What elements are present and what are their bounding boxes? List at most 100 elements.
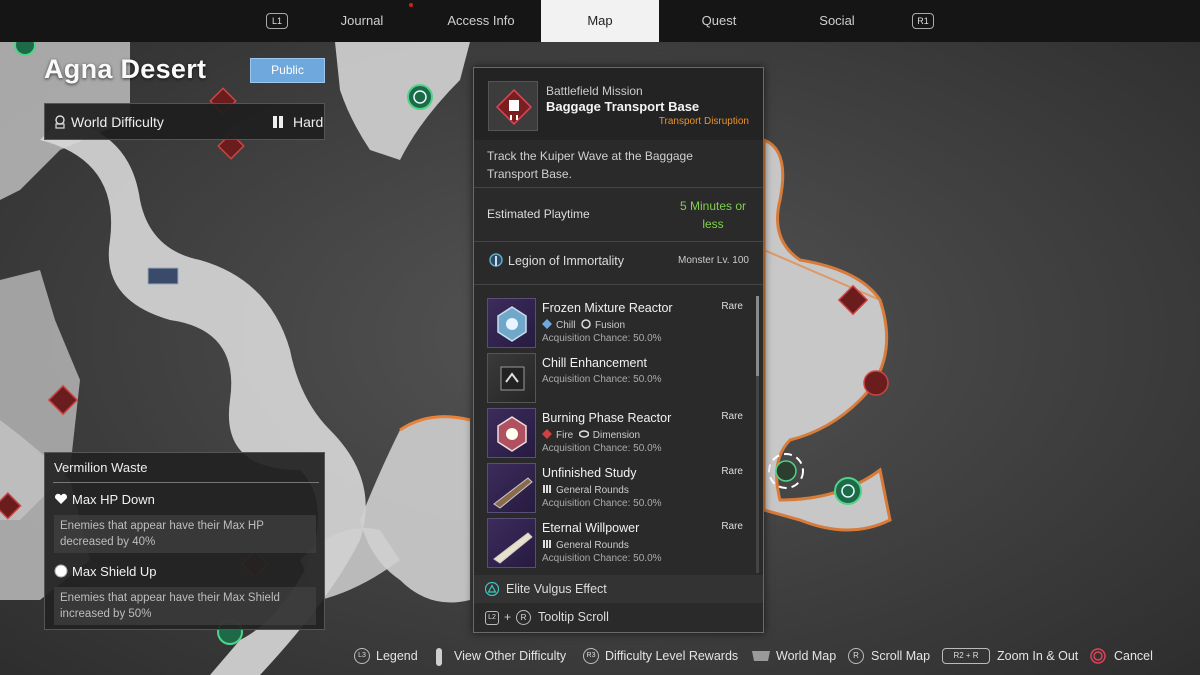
triangle-button-icon — [485, 582, 499, 596]
enhancement-module-icon — [487, 353, 536, 403]
weapon-icon — [487, 463, 536, 513]
tab-map[interactable]: Map — [541, 0, 659, 42]
right-stick-icon: R — [516, 610, 531, 625]
public-badge: Public — [250, 58, 325, 83]
battlefield-marker[interactable] — [863, 370, 889, 396]
reward-scrollbar-thumb[interactable] — [756, 296, 759, 376]
view-other-difficulty-control[interactable]: View Other Difficulty — [454, 649, 566, 663]
modifier-name: Max HP Down — [72, 492, 155, 507]
reward-tags: Fire Dimension — [542, 429, 640, 441]
touchpad-icon — [752, 651, 770, 661]
world-map-control[interactable]: World Map — [776, 649, 836, 663]
legend-control[interactable]: Legend — [376, 649, 418, 663]
l1-button-icon[interactable]: L1 — [266, 13, 288, 29]
reward-name: Eternal Willpower — [542, 521, 640, 535]
tag-label: Fusion — [595, 320, 626, 331]
world-difficulty-value: Hard — [293, 114, 324, 130]
divider — [474, 284, 763, 285]
difficulty-rewards-control[interactable]: Difficulty Level Rewards — [605, 649, 738, 663]
mission-tooltip: Battlefield Mission Baggage Transport Ba… — [473, 67, 764, 633]
tag-label: Fire — [556, 430, 574, 441]
reward-rarity: Rare — [721, 301, 743, 312]
world-difficulty-icon — [55, 115, 65, 129]
tooltip-header: Battlefield Mission Baggage Transport Ba… — [474, 68, 763, 140]
reward-list[interactable]: Frozen Mixture Reactor Rare Chill Fusion… — [474, 290, 763, 575]
unknown-marker[interactable] — [147, 267, 179, 285]
acquisition-chance: Acquisition Chance: 50.0% — [542, 498, 662, 509]
playtime-value: 5 Minutes or less — [679, 199, 747, 231]
reactor-icon — [487, 298, 536, 348]
tab-access-info[interactable]: Access Info — [426, 0, 536, 42]
fusion-icon — [581, 319, 591, 329]
notification-dot — [409, 3, 413, 7]
modifier-description: Enemies that appear have their Max Shiel… — [54, 587, 316, 625]
dimension-icon — [578, 430, 589, 438]
tooltip-scroll-hint: L2 + R Tooltip Scroll — [474, 604, 763, 632]
plus-sign: + — [504, 610, 512, 624]
mission-marker[interactable] — [834, 477, 862, 505]
world-difficulty-label: World Difficulty — [71, 114, 164, 130]
reward-item[interactable]: Burning Phase Reactor Rare Fire Dimensio… — [487, 408, 755, 458]
tag-label: General Rounds — [556, 540, 629, 551]
reactor-icon — [487, 408, 536, 458]
faction-icon — [489, 253, 503, 267]
l3-button-icon: L3 — [354, 648, 370, 664]
right-stick-icon: R — [848, 648, 864, 664]
tab-journal[interactable]: Journal — [314, 0, 410, 42]
reward-rarity: Rare — [721, 521, 743, 532]
tab-social[interactable]: Social — [790, 0, 884, 42]
chill-icon — [542, 319, 552, 329]
modifier-description: Enemies that appear have their Max HP de… — [54, 515, 316, 553]
modifier-name: Max Shield Up — [72, 564, 157, 579]
reward-name: Unfinished Study — [542, 466, 637, 480]
r3-button-icon: R3 — [583, 648, 599, 664]
fire-icon — [542, 429, 552, 439]
mission-description: Track the Kuiper Wave at the Baggage Tra… — [487, 149, 693, 181]
scroll-map-control[interactable]: Scroll Map — [871, 649, 930, 663]
shield-circle-icon — [54, 564, 68, 578]
reward-item[interactable]: Eternal Willpower Rare General Rounds Ac… — [487, 518, 755, 568]
tag-label: General Rounds — [556, 485, 629, 496]
r1-button-icon[interactable]: R1 — [912, 13, 934, 29]
weapon-icon — [487, 518, 536, 568]
monster-level: Monster Lv. 100 — [678, 255, 749, 266]
general-rounds-icon — [543, 540, 551, 548]
elite-effect-row[interactable]: Elite Vulgus Effect — [474, 575, 763, 603]
divider — [474, 241, 763, 242]
reward-name: Chill Enhancement — [542, 356, 647, 370]
playtime-label: Estimated Playtime — [487, 207, 590, 221]
reward-item[interactable]: Frozen Mixture Reactor Rare Chill Fusion… — [487, 298, 755, 348]
acquisition-chance: Acquisition Chance: 50.0% — [542, 443, 662, 454]
divider — [53, 482, 319, 483]
reward-item[interactable]: Chill Enhancement Acquisition Chance: 50… — [487, 353, 755, 403]
tag-label: Chill — [556, 320, 576, 331]
reward-tags: Chill Fusion — [542, 319, 625, 331]
region-title: Agna Desert — [44, 54, 207, 84]
r2-plus-right-stick-icon: R2 + R — [942, 648, 990, 664]
tab-quest[interactable]: Quest — [672, 0, 766, 42]
zone-name: Vermilion Waste — [54, 460, 148, 475]
hard-difficulty-icon — [273, 116, 283, 128]
circle-button-icon — [1090, 648, 1106, 664]
tag-label: Dimension — [592, 430, 641, 441]
battlefield-mission-icon — [488, 81, 538, 131]
zoom-control[interactable]: Zoom In & Out — [997, 649, 1078, 663]
controls-bar: L3 Legend View Other Difficulty R3 Diffi… — [0, 640, 1200, 675]
divider — [474, 187, 763, 188]
stick-icon — [436, 648, 442, 666]
reward-item[interactable]: Unfinished Study Rare General Rounds Acq… — [487, 463, 755, 513]
acquisition-chance: Acquisition Chance: 50.0% — [542, 333, 662, 344]
top-navigation: L1 Journal Access Info Map Quest Social … — [0, 0, 1200, 42]
reward-name: Frozen Mixture Reactor — [542, 301, 673, 315]
reward-rarity: Rare — [721, 466, 743, 477]
reward-rarity: Rare — [721, 411, 743, 422]
mission-marker[interactable] — [407, 84, 433, 110]
tooltip-scroll-label: Tooltip Scroll — [538, 610, 609, 624]
cancel-control[interactable]: Cancel — [1114, 649, 1153, 663]
reward-name: Burning Phase Reactor — [542, 411, 672, 425]
reward-tags: General Rounds — [542, 539, 629, 551]
mission-subtype: Transport Disruption — [658, 116, 749, 127]
l2-button-icon: L2 — [485, 611, 499, 625]
elite-effect-label: Elite Vulgus Effect — [506, 582, 607, 596]
reward-tags: General Rounds — [542, 484, 629, 496]
